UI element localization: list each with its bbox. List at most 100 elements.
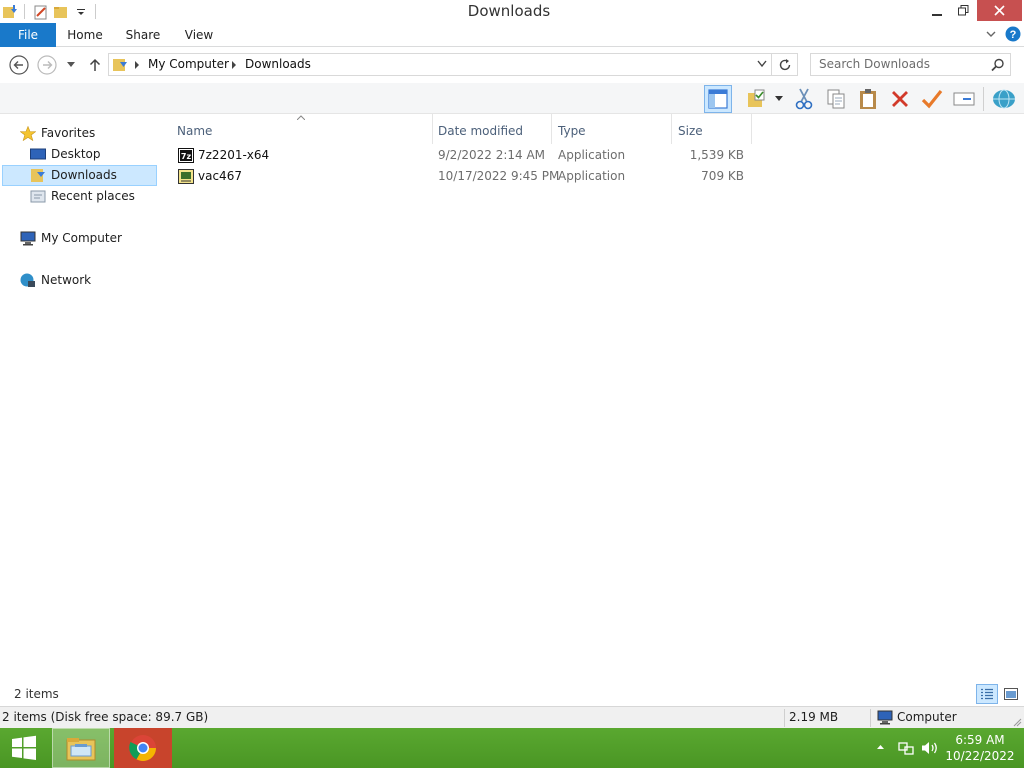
clock-date: 10/22/2022	[945, 749, 1015, 763]
back-button[interactable]	[8, 54, 30, 76]
column-header-name[interactable]: Name	[177, 119, 427, 143]
column-divider[interactable]	[751, 114, 752, 144]
file-explorer-icon	[66, 738, 96, 761]
tab-file[interactable]: File	[0, 23, 56, 47]
nav-recent-places[interactable]: Recent places	[0, 186, 156, 207]
forward-button[interactable]	[36, 54, 58, 76]
computer-icon	[877, 710, 893, 725]
address-bar[interactable]: My Computer Downloads	[108, 53, 772, 76]
tab-view[interactable]: View	[174, 23, 224, 47]
file-name: vac467	[198, 169, 242, 183]
window-title: Downloads	[467, 2, 551, 20]
file-date: 9/2/2022 2:14 AM	[438, 148, 546, 162]
start-button[interactable]	[0, 728, 48, 768]
search-input[interactable]: Search Downloads	[810, 53, 1011, 76]
folder-check-icon	[748, 89, 765, 107]
window-footer: 2 items	[0, 684, 1024, 706]
status-bar: 2 items (Disk free space: 89.7 GB) 2.19 …	[0, 706, 1024, 728]
status-divider	[784, 709, 785, 727]
table-row[interactable]: 7z 7z2201-x64 9/2/2022 2:14 AM Applicati…	[172, 145, 752, 166]
taskbar-chrome[interactable]	[114, 728, 172, 768]
large-icons-view-button[interactable]	[1000, 684, 1022, 704]
address-row: My Computer Downloads Search Downloads	[0, 47, 1024, 83]
nav-downloads[interactable]: Downloads	[2, 165, 157, 186]
computer-icon	[20, 231, 36, 246]
tab-home[interactable]: Home	[60, 23, 110, 47]
downloads-folder-icon	[112, 57, 128, 73]
column-divider[interactable]	[551, 114, 552, 144]
tab-share[interactable]: Share	[118, 23, 168, 47]
file-size: 709 KB	[701, 169, 744, 183]
cut-button[interactable]	[790, 85, 818, 113]
refresh-icon	[779, 58, 790, 70]
taskbar-file-explorer[interactable]	[52, 728, 110, 768]
disk-free-space: 2 items (Disk free space: 89.7 GB)	[2, 710, 209, 724]
svg-text:?: ?	[1010, 29, 1017, 41]
nav-desktop[interactable]: Desktop	[0, 144, 156, 165]
column-divider[interactable]	[432, 114, 433, 144]
file-type: Application	[558, 148, 626, 162]
minimize-button[interactable]	[924, 0, 950, 21]
restore-button[interactable]	[950, 0, 976, 21]
paste-button[interactable]	[854, 85, 882, 113]
breadcrumb-arrow-icon[interactable]	[134, 61, 140, 69]
title-bar: Downloads	[0, 0, 1024, 23]
search-icon[interactable]	[991, 58, 1005, 72]
recent-locations-chevron-icon[interactable]	[62, 54, 80, 76]
pane-layout-icon	[708, 89, 728, 109]
navigation-pane: Favorites Desktop Downloads Recent place…	[0, 114, 160, 704]
network-button[interactable]	[990, 85, 1018, 113]
file-list: Name Date modified Type Size 7z 7z2201-x…	[160, 114, 1024, 684]
up-button[interactable]	[84, 54, 106, 76]
toolbar-dropdown-chevron-icon[interactable]	[775, 96, 783, 102]
toolbar-divider	[983, 87, 984, 111]
taskbar-clock[interactable]: 6:59 AM 10/22/2022	[942, 732, 1018, 764]
status-divider	[870, 709, 871, 727]
search-placeholder: Search Downloads	[819, 57, 930, 71]
downloads-folder-icon	[31, 169, 45, 182]
help-icon[interactable]: ?	[1005, 26, 1021, 42]
column-header-size[interactable]: Size	[678, 119, 748, 143]
column-divider[interactable]	[671, 114, 672, 144]
breadcrumb-arrow-icon[interactable]	[231, 61, 237, 69]
column-header-date[interactable]: Date modified	[438, 119, 548, 143]
refresh-button[interactable]	[772, 53, 798, 76]
show-hidden-icons-icon[interactable]	[876, 744, 885, 750]
7zip-app-icon: 7z	[178, 148, 194, 163]
address-history-chevron-icon[interactable]	[757, 60, 767, 68]
copy-button[interactable]	[822, 85, 850, 113]
column-header-type[interactable]: Type	[558, 119, 668, 143]
nav-network[interactable]: Network	[0, 270, 156, 291]
nav-label: Favorites	[41, 126, 96, 140]
delete-x-icon	[892, 91, 908, 107]
resize-grip-icon[interactable]	[1013, 713, 1022, 727]
taskbar: 6:59 AM 10/22/2022	[0, 728, 1024, 768]
delete-button[interactable]	[886, 85, 914, 113]
rename-button[interactable]	[950, 85, 978, 113]
close-button[interactable]	[977, 0, 1022, 21]
clipboard-icon	[860, 89, 876, 109]
chrome-icon	[129, 735, 157, 762]
details-view-button[interactable]	[976, 684, 998, 704]
nav-my-computer[interactable]: My Computer	[0, 228, 156, 249]
preview-pane-button[interactable]	[704, 85, 732, 113]
file-type: Application	[558, 169, 626, 183]
folder-options-button[interactable]	[742, 85, 770, 113]
table-row[interactable]: vac467 10/17/2022 9:45 PM Application 70…	[172, 166, 752, 187]
network-tray-icon[interactable]	[898, 740, 914, 756]
breadcrumb-downloads[interactable]: Downloads	[245, 57, 311, 71]
globe-network-icon	[993, 89, 1015, 109]
ribbon-expand-icon[interactable]	[984, 27, 998, 41]
item-count: 2 items	[14, 687, 59, 701]
large-icons-view-icon	[1004, 688, 1018, 700]
volume-icon[interactable]	[921, 740, 939, 756]
scissors-icon	[795, 88, 813, 110]
file-name: 7z2201-x64	[198, 148, 270, 162]
nav-favorites[interactable]: Favorites	[0, 123, 156, 144]
select-button[interactable]	[918, 85, 946, 113]
svg-text:7z: 7z	[181, 152, 192, 161]
desktop-icon	[30, 148, 46, 160]
breadcrumb-my-computer[interactable]: My Computer	[148, 57, 229, 71]
copy-icon	[827, 89, 845, 109]
nav-label: Desktop	[51, 147, 101, 161]
